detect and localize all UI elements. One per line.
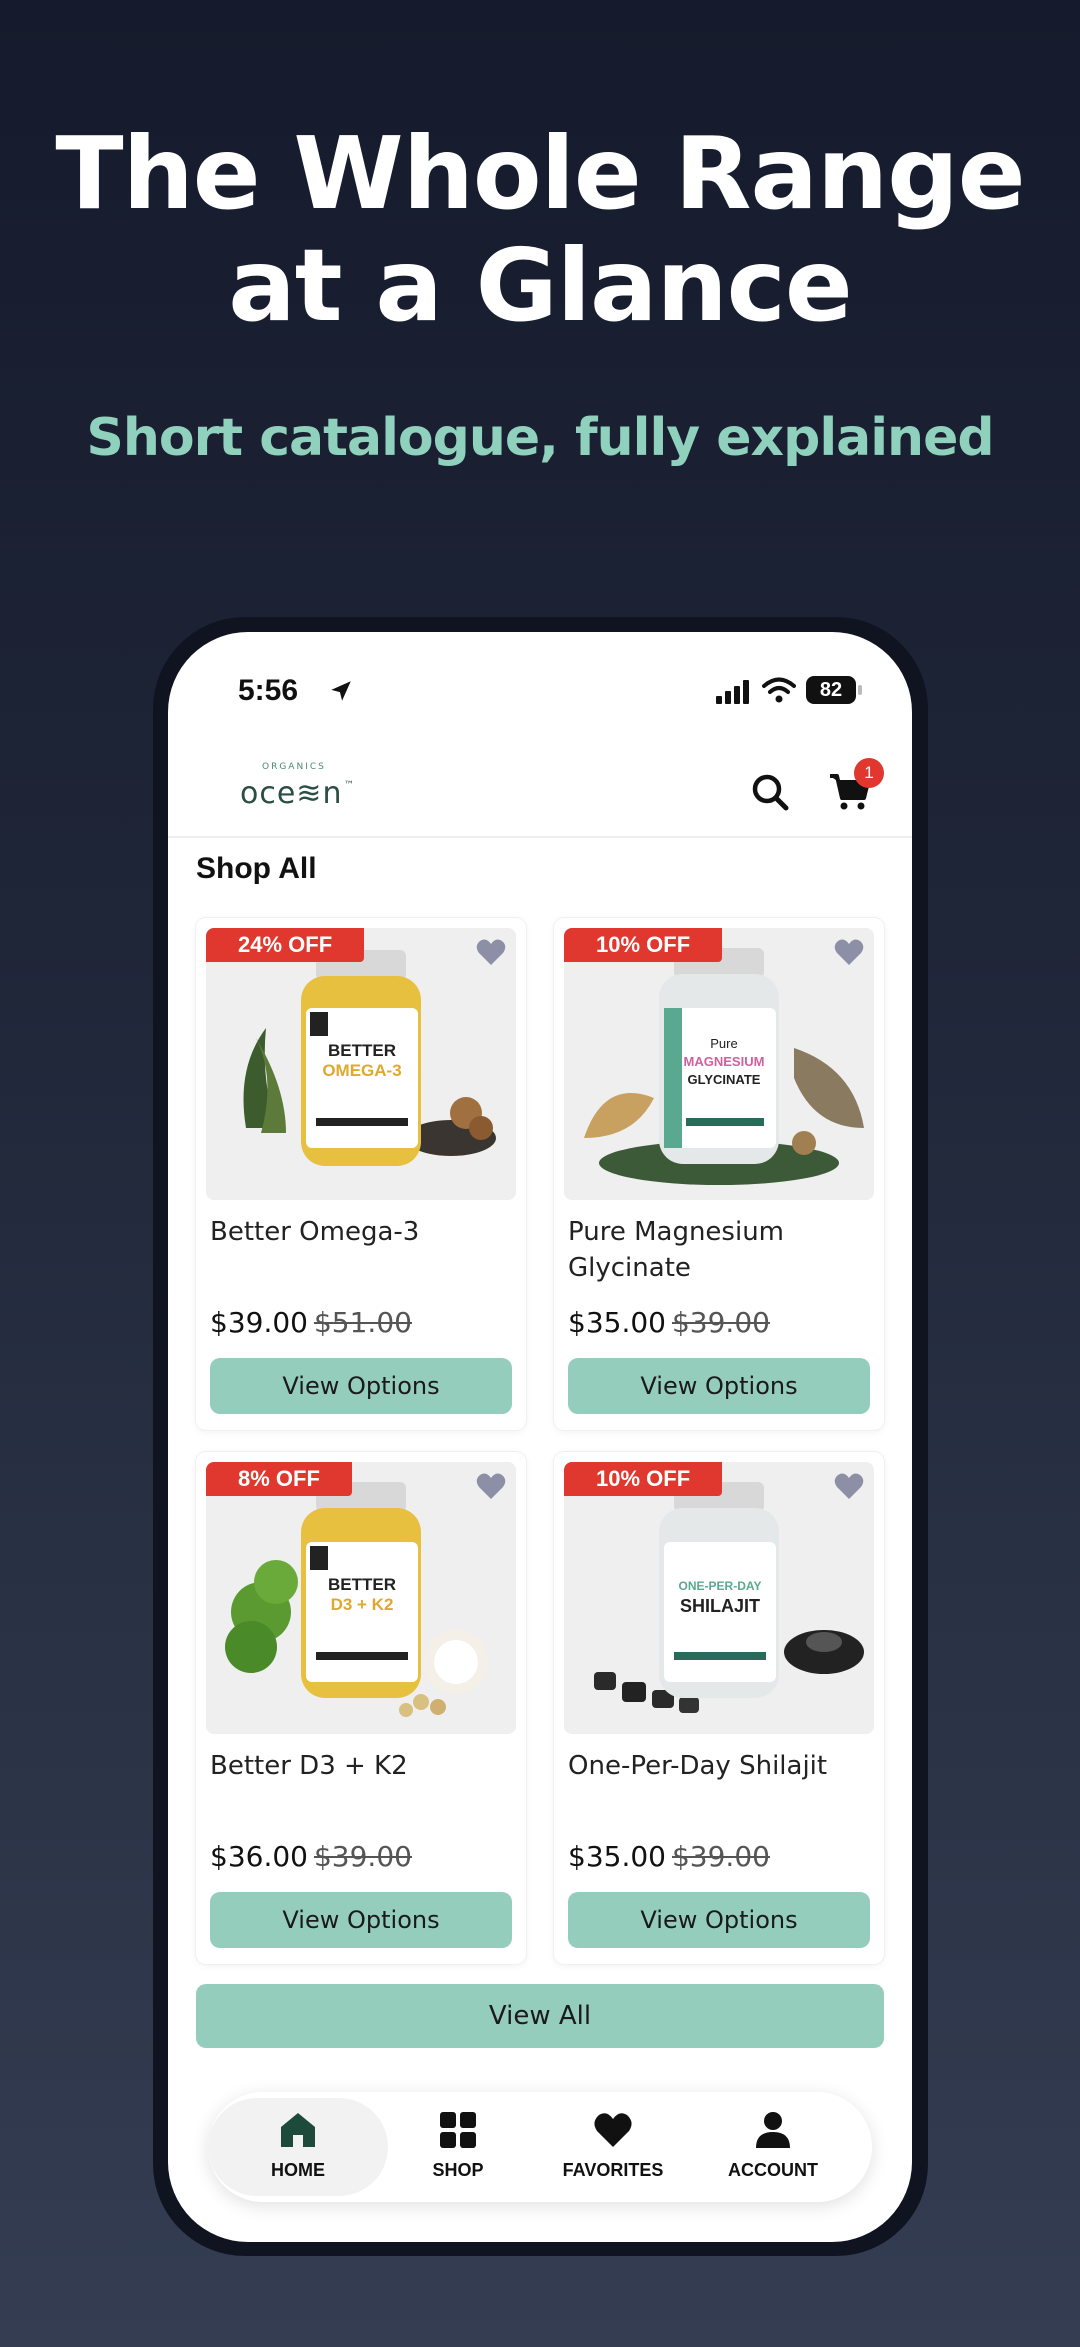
svg-text:GLYCINATE: GLYCINATE [688, 1072, 761, 1087]
svg-text:BETTER: BETTER [328, 1575, 396, 1594]
view-options-button[interactable]: View Options [568, 1358, 870, 1414]
tab-label: SHOP [432, 2160, 484, 2180]
tab-label: ACCOUNT [728, 2160, 818, 2180]
signal-icon [716, 680, 749, 704]
status-bar: 5:56 82 [168, 632, 912, 742]
app-header: ORGANICS oce≋n ™ 1 [168, 742, 912, 838]
tab-home[interactable]: HOME [223, 2092, 373, 2202]
product-name[interactable]: One-Per-Day Shilajit [568, 1748, 868, 1784]
svg-text:OMEGA-3: OMEGA-3 [322, 1061, 401, 1080]
phone-screen: 5:56 82 ORGANICS oce≋n ™ 1 Shop All BETT… [168, 632, 912, 2242]
hero-title-line2: at a Glance [228, 227, 853, 344]
status-time: 5:56 [238, 674, 299, 707]
favorite-heart-icon[interactable] [834, 938, 864, 966]
brand-logo[interactable]: ORGANICS oce≋n ™ [240, 762, 360, 822]
cart-count-badge: 1 [854, 758, 884, 788]
product-price: $39.00 $51.00 [210, 1306, 412, 1339]
product-price: $35.00 $39.00 [568, 1840, 770, 1873]
home-icon [281, 2113, 315, 2147]
tab-favorites[interactable]: FAVORITES [538, 2092, 688, 2202]
original-price: $39.00 [671, 1306, 770, 1339]
view-all-button[interactable]: View All [196, 1984, 884, 2048]
favorite-heart-icon[interactable] [476, 1472, 506, 1500]
d3k2-bottle-illustration: BETTER D3 + K2 [225, 1482, 488, 1717]
product-image[interactable]: ONE-PER-DAY SHILAJIT 10% OFF [564, 1462, 874, 1734]
heart-icon [594, 2113, 632, 2147]
svg-text:ONE-PER-DAY: ONE-PER-DAY [679, 1579, 762, 1593]
product-image[interactable]: BETTER D3 + K2 8% OFF [206, 1462, 516, 1734]
view-options-button[interactable]: View Options [210, 1358, 512, 1414]
favorite-heart-icon[interactable] [476, 938, 506, 966]
logo-tm: ™ [344, 780, 354, 791]
favorite-heart-icon[interactable] [834, 1472, 864, 1500]
tab-shop[interactable]: SHOP [383, 2092, 533, 2202]
product-card-magnesium[interactable]: Pure MAGNESIUM GLYCINATE 10% OFF Pure Ma… [554, 918, 884, 1430]
user-icon [756, 2112, 790, 2148]
svg-text:D3 + K2: D3 + K2 [331, 1595, 394, 1614]
battery-indicator: 82 [806, 676, 856, 704]
hero-subtitle: Short catalogue, fully explained [86, 408, 994, 468]
discount-badge: 10% OFF [564, 1462, 723, 1496]
current-price: $35.00 [568, 1306, 666, 1339]
svg-text:Pure: Pure [710, 1036, 737, 1051]
discount-badge: 8% OFF [206, 1462, 352, 1496]
discount-badge: 10% OFF [564, 928, 723, 962]
product-card-d3k2[interactable]: BETTER D3 + K2 8% OFF Better D3 + K2 $36… [196, 1452, 526, 1964]
product-price: $35.00 $39.00 [568, 1306, 770, 1339]
original-price: $51.00 [313, 1306, 412, 1339]
location-arrow-icon [331, 681, 351, 701]
hero-title: The Whole Range at a Glance [0, 118, 1080, 342]
section-title: Shop All [196, 852, 317, 885]
tab-label: FAVORITES [562, 2160, 664, 2180]
product-card-shilajit[interactable]: ONE-PER-DAY SHILAJIT 10% OFF One-Per-Day… [554, 1452, 884, 1964]
product-image[interactable]: BETTER OMEGA-3 24% OFF [206, 928, 516, 1200]
original-price: $39.00 [671, 1840, 770, 1873]
original-price: $39.00 [313, 1840, 412, 1873]
current-price: $35.00 [568, 1840, 666, 1873]
product-name[interactable]: Better Omega-3 [210, 1214, 510, 1250]
tab-account[interactable]: ACCOUNT [698, 2092, 848, 2202]
tab-label: HOME [271, 2160, 325, 2180]
battery-nub [858, 685, 862, 695]
view-options-button[interactable]: View Options [568, 1892, 870, 1948]
discount-badge: 24% OFF [206, 928, 365, 962]
svg-text:BETTER: BETTER [328, 1041, 396, 1060]
wifi-icon [762, 677, 796, 703]
view-options-button[interactable]: View Options [210, 1892, 512, 1948]
current-price: $39.00 [210, 1306, 308, 1339]
logo-small-text: ORGANICS [262, 762, 326, 772]
shilajit-bottle-illustration: ONE-PER-DAY SHILAJIT [594, 1482, 864, 1713]
bottom-tab-bar: HOME SHOP FAVORITES ACCOUNT [208, 2092, 872, 2202]
logo-main-text: oce≋n [240, 776, 343, 811]
product-image[interactable]: Pure MAGNESIUM GLYCINATE 10% OFF [564, 928, 874, 1200]
magnesium-bottle-illustration: Pure MAGNESIUM GLYCINATE [584, 948, 864, 1185]
omega3-bottle-illustration: BETTER OMEGA-3 [243, 950, 496, 1166]
product-card-omega3[interactable]: BETTER OMEGA-3 24% OFF Better Omega-3 $3… [196, 918, 526, 1430]
current-price: $36.00 [210, 1840, 308, 1873]
search-icon[interactable] [748, 770, 792, 814]
product-name[interactable]: Better D3 + K2 [210, 1748, 510, 1784]
product-name[interactable]: Pure Magnesium Glycinate [568, 1214, 868, 1286]
grid-icon [440, 2112, 476, 2148]
svg-text:SHILAJIT: SHILAJIT [680, 1596, 760, 1616]
svg-text:MAGNESIUM: MAGNESIUM [684, 1054, 765, 1069]
product-price: $36.00 $39.00 [210, 1840, 412, 1873]
hero-title-line1: The Whole Range [55, 115, 1025, 232]
